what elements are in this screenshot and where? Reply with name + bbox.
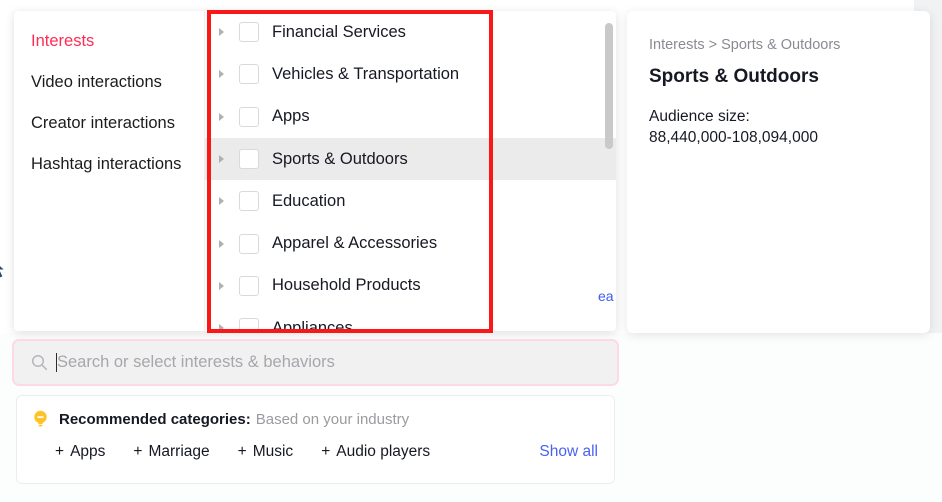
checkbox[interactable]	[239, 318, 259, 331]
chip-label: Audio players	[336, 443, 431, 460]
lightbulb-icon	[32, 410, 50, 429]
list-item[interactable]: Financial Services	[205, 11, 616, 53]
recommended-title: Recommended categories:	[59, 411, 251, 428]
chevron-right-icon[interactable]	[218, 154, 232, 164]
add-category-chip-marriage[interactable]: + Marriage	[133, 443, 209, 461]
list-item-label: Household Products	[272, 276, 421, 295]
list-item-label: Apps	[272, 107, 310, 126]
sidebar-item-creator-interactions[interactable]: Creator interactions	[14, 103, 204, 144]
checkbox[interactable]	[239, 149, 259, 170]
checkbox[interactable]	[239, 191, 259, 212]
checkbox[interactable]	[239, 275, 259, 296]
interest-detail-card: Interests > Sports & Outdoors Sports & O…	[627, 11, 930, 333]
add-category-chip-music[interactable]: + Music	[238, 443, 294, 461]
list-item[interactable]: Apparel & Accessories	[205, 222, 616, 264]
list-item[interactable]: Vehicles & Transportation	[205, 53, 616, 95]
breadcrumb: Interests > Sports & Outdoors	[649, 37, 841, 53]
chip-label: Music	[252, 443, 294, 460]
audience-size-value: 88,440,000-108,094,000	[649, 129, 818, 146]
list-item[interactable]: Household Products	[205, 265, 616, 307]
plus-icon: +	[321, 443, 331, 460]
category-list[interactable]: Financial Services Vehicles & Transporta…	[205, 11, 616, 331]
sidebar-item-label: Video interactions	[31, 73, 162, 91]
chevron-right-icon[interactable]	[218, 69, 232, 79]
sidebar-item-label: Interests	[31, 32, 95, 50]
plus-icon: +	[55, 443, 65, 460]
list-item-label: Sports & Outdoors	[272, 149, 408, 168]
sidebar-item-video-interactions[interactable]: Video interactions	[14, 62, 204, 103]
sidebar-item-label: Hashtag interactions	[31, 155, 182, 173]
sidebar-item-label: Creator interactions	[31, 114, 175, 132]
clipped-link-fragment[interactable]: ea	[598, 288, 614, 304]
checkbox[interactable]	[239, 22, 259, 43]
search-input[interactable]: Search or select interests & behaviors	[12, 339, 619, 386]
recommended-categories-card: Recommended categories: Based on your in…	[16, 395, 615, 484]
sidebar-item-hashtag-interactions[interactable]: Hashtag interactions	[14, 144, 204, 185]
list-scrollbar-thumb[interactable]	[605, 23, 613, 149]
list-item-label: Financial Services	[272, 22, 406, 41]
list-item-label: Appliances	[272, 318, 353, 331]
chevron-right-icon[interactable]	[218, 196, 232, 206]
chevron-right-icon[interactable]	[218, 112, 232, 122]
chevron-right-icon[interactable]	[218, 281, 232, 291]
recommended-subtitle: Based on your industry	[255, 411, 410, 428]
page-title: Sports & Outdoors	[649, 66, 819, 87]
audience-size-label: Audience size:	[649, 108, 750, 125]
chip-label: Marriage	[148, 443, 210, 460]
chevron-right-icon[interactable]	[218, 239, 232, 249]
plus-icon: +	[133, 443, 143, 460]
recommended-chips: + Apps + Marriage + Music + Audio players Sh…	[17, 429, 614, 461]
recommended-header: Recommended categories: Based on your in…	[17, 396, 614, 429]
sidebar-item-interests[interactable]: Interests	[14, 21, 204, 62]
list-item[interactable]: Apps	[205, 96, 616, 138]
list-item-selected[interactable]: Sports & Outdoors	[205, 137, 616, 181]
list-item-label: Apparel & Accessories	[272, 234, 438, 253]
mouse-cursor-icon	[0, 258, 9, 282]
list-item[interactable]: Appliances	[205, 307, 616, 331]
add-category-chip-apps[interactable]: + Apps	[55, 443, 105, 461]
list-item-label: Education	[272, 191, 346, 210]
search-placeholder: Search or select interests & behaviors	[57, 353, 335, 371]
list-scrollbar[interactable]	[605, 17, 613, 325]
checkbox[interactable]	[239, 233, 259, 254]
list-item-label: Vehicles & Transportation	[272, 64, 460, 83]
search-icon	[31, 354, 48, 371]
category-nav-column: Interests Video interactions Creator int…	[14, 11, 205, 331]
list-item[interactable]: Education	[205, 180, 616, 222]
chevron-right-icon[interactable]	[218, 27, 232, 37]
chip-label: Apps	[70, 443, 106, 460]
show-all-link[interactable]: Show all	[539, 443, 598, 461]
plus-icon: +	[237, 443, 247, 460]
checkbox[interactable]	[239, 106, 259, 127]
chevron-right-icon[interactable]	[218, 323, 232, 331]
interests-dropdown-panel: Interests Video interactions Creator int…	[14, 11, 616, 331]
checkbox[interactable]	[239, 64, 259, 85]
add-category-chip-audio-players[interactable]: + Audio players	[321, 443, 430, 461]
